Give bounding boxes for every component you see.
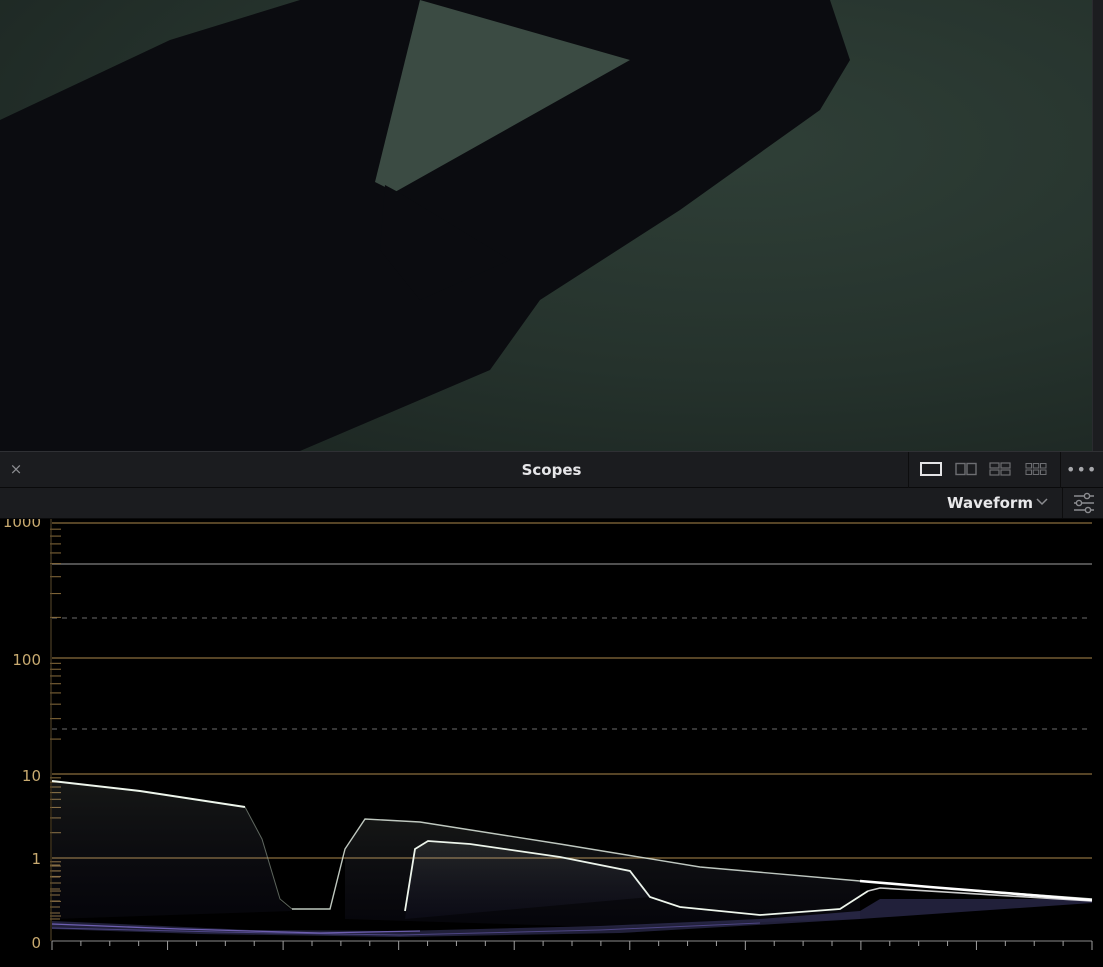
- dual-view-icon[interactable]: [955, 462, 977, 476]
- y-tick-label: 1: [31, 850, 41, 868]
- waveform-trace: [51, 780, 1093, 937]
- y-tick-label: 100: [12, 651, 41, 669]
- y-tick-label: 10: [22, 767, 41, 785]
- layout-switcher: [908, 452, 1061, 488]
- panel-header: × Scopes •••: [0, 451, 1103, 488]
- scope-toolbar: Waveform: [0, 488, 1103, 519]
- waveform-scope: 1000 100 10 1 0: [0, 513, 1103, 963]
- single-view-icon[interactable]: [920, 462, 942, 476]
- y-axis-labels: 10001001010: [3, 513, 41, 952]
- y-tick-label: 1000: [3, 519, 41, 531]
- waveform-graph: 10001001010: [3, 513, 1093, 952]
- sliders-settings-icon: [1074, 492, 1094, 514]
- more-options-icon[interactable]: •••: [1066, 461, 1098, 479]
- quad-view-icon[interactable]: [989, 462, 1011, 476]
- viewer-frame: [0, 0, 1092, 451]
- scope-type-label: Waveform: [947, 494, 1033, 512]
- chevron-down-icon: [1036, 498, 1048, 506]
- six-view-icon[interactable]: [1025, 462, 1047, 476]
- scope-settings-button[interactable]: [1062, 488, 1103, 518]
- x-axis-ticks: [51, 940, 1093, 950]
- y-tick-label: 0: [31, 934, 41, 952]
- scope-type-dropdown[interactable]: Waveform: [936, 491, 1058, 515]
- viewer-image: [0, 0, 1092, 451]
- viewer-scroll-edge: [1092, 0, 1103, 451]
